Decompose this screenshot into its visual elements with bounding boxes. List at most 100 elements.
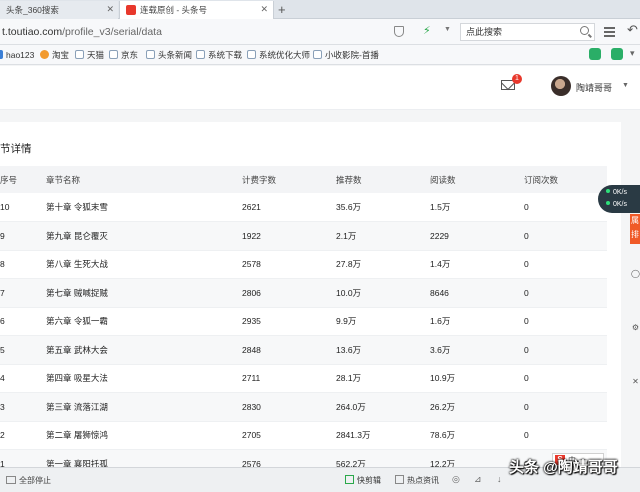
cell-recommend: 35.6万 (336, 193, 430, 222)
cell-reads: 10.9万 (430, 364, 524, 393)
table-row[interactable]: 2 第二章 屠狮惊鸿 2705 2841.3万 78.6万 0 (0, 421, 607, 450)
cell-recommend: 27.8万 (336, 250, 430, 279)
undo-icon[interactable]: ↶ (627, 22, 640, 37)
page-icon (313, 50, 322, 59)
bookmark-taobao[interactable]: 淘宝 (40, 48, 69, 62)
table-row[interactable]: 8 第八章 生死大战 2578 27.8万 1.4万 0 (0, 250, 607, 279)
table-row[interactable]: 10 第十章 令狐末雪 2621 35.6万 1.5万 0 (0, 193, 607, 222)
page-icon (146, 50, 155, 59)
cell-name: 第十章 令狐末雪 (46, 193, 242, 222)
search-placeholder: 点此搜索 (466, 27, 503, 37)
page-icon (247, 50, 256, 59)
table-row[interactable]: 5 第五章 武林大会 2848 13.6万 3.6万 0 (0, 335, 607, 365)
cell-subscriptions: 0 (524, 193, 607, 222)
pin-icon[interactable]: ⊿ (474, 474, 482, 485)
column-header-recommend: 推荐数 (336, 174, 362, 185)
shield-icon[interactable] (394, 26, 404, 37)
menu-icon[interactable] (604, 27, 615, 37)
search-icon[interactable] (580, 26, 589, 35)
quick-edit-button[interactable]: 快剪辑 (345, 475, 381, 486)
bookmark-system-download[interactable]: 系统下载 (196, 48, 242, 62)
tab-label: 连载原创 - 头条号 (140, 5, 208, 15)
cell-words: 2806 (242, 278, 336, 308)
cell-reads: 1.5万 (430, 193, 524, 222)
toutiao-favicon-icon (126, 5, 136, 15)
bookmark-label: 系统下载 (208, 50, 243, 60)
bookmark-hao123[interactable]: hao123 (0, 48, 34, 62)
settings-icon[interactable]: ⚙ (631, 322, 640, 333)
chevron-down-icon[interactable]: ▼ (622, 82, 629, 89)
cell-seq: 5 (0, 335, 46, 365)
table-row[interactable]: 3 第三章 流落江湖 2830 264.0万 26.2万 0 (0, 392, 607, 422)
cell-seq: 3 (0, 392, 46, 422)
bookmark-label: 淘宝 (52, 50, 70, 60)
cell-name: 第二章 屠狮惊鸿 (46, 421, 242, 450)
bookmark-label: hao123 (6, 50, 35, 60)
table-row[interactable]: 9 第九章 昆仑覆灭 1922 2.1万 2229 0 (0, 221, 607, 251)
bookmark-label: 天猫 (87, 50, 105, 60)
hao123-icon (0, 50, 3, 59)
close-icon[interactable]: ✕ (106, 4, 114, 15)
chevron-down-icon[interactable]: ▾ (630, 48, 635, 59)
search-input[interactable]: 点此搜索 (460, 23, 595, 41)
cell-words: 2935 (242, 307, 336, 336)
cell-words: 1922 (242, 221, 336, 251)
chapter-table: 序号 章节名称 计费字数 推荐数 阅读数 订阅次数 10 第十章 令狐末雪 2621… (0, 166, 607, 479)
close-icon[interactable]: ✕ (260, 4, 268, 15)
cell-subscriptions: 0 (524, 278, 607, 308)
cell-subscriptions: 0 (524, 364, 607, 393)
url-path: /profile_v3/serial/data (62, 26, 162, 38)
cell-name: 第六章 令狐一霸 (46, 307, 242, 336)
cell-recommend: 264.0万 (336, 392, 430, 422)
address-bar: t.toutiao.com/profile_v3/serial/data ⚡ ▼… (0, 19, 640, 45)
feedback-icon[interactable]: ◯ (631, 268, 640, 279)
cell-subscriptions: 0 (524, 221, 607, 251)
hot-news-button[interactable]: 热点资讯 (395, 475, 439, 486)
close-icon[interactable]: ✕ (631, 376, 640, 387)
bookmark-cinema[interactable]: 小收影院-首播 (313, 48, 379, 62)
cell-name: 第三章 流落江湖 (46, 392, 242, 422)
app-icon[interactable] (611, 48, 623, 60)
download-speed: 0K/s (606, 201, 627, 208)
tab-bar: 头条_360搜索 ✕ 连载原创 - 头条号 ✕ + (0, 0, 640, 19)
cell-subscriptions: 0 (524, 392, 607, 422)
lightning-icon[interactable]: ⚡ (423, 24, 431, 37)
avatar[interactable] (551, 76, 571, 96)
bookmark-toutiao-news[interactable]: 头条新闻 (146, 48, 192, 62)
chat-icon[interactable] (589, 48, 601, 60)
hot-news-label: 热点资讯 (407, 476, 439, 485)
cell-subscriptions: 0 (524, 335, 607, 365)
browser-icon[interactable]: ◎ (452, 474, 460, 485)
bookmark-tmall[interactable]: 天猫 (75, 48, 104, 62)
username[interactable]: 陶靖哥哥 (576, 81, 612, 94)
cell-seq: 9 (0, 221, 46, 251)
tab-360-search[interactable]: 头条_360搜索 ✕ (0, 1, 118, 19)
download-icon[interactable]: ↓ (497, 474, 502, 484)
section-title: 节详情 (0, 143, 32, 155)
table-row[interactable]: 4 第四章 吸星大法 2711 28.1万 10.9万 0 (0, 364, 607, 393)
cell-name: 第四章 吸星大法 (46, 364, 242, 393)
column-header-name: 章节名称 (46, 174, 81, 185)
column-header-seq: 序号 (0, 174, 18, 185)
cell-reads: 78.6万 (430, 421, 524, 450)
bookmark-jd[interactable]: 京东 (109, 48, 138, 62)
chevron-down-icon[interactable]: ▼ (444, 26, 451, 33)
new-tab-icon[interactable]: + (278, 1, 286, 18)
table-row[interactable]: 7 第七章 贼喊捉贼 2806 10.0万 8646 0 (0, 278, 607, 308)
table-row[interactable]: 6 第六章 令狐一霸 2935 9.9万 1.6万 0 (0, 307, 607, 336)
cell-words: 2830 (242, 392, 336, 422)
tab-toutiao-serial[interactable]: 连载原创 - 头条号 ✕ (119, 1, 274, 19)
page-icon (196, 50, 205, 59)
scissors-icon (345, 475, 354, 484)
status-dot-icon (606, 201, 610, 205)
stop-all[interactable]: 全部停止 (0, 475, 51, 486)
bookmark-label: 头条新闻 (158, 50, 193, 60)
cell-reads: 3.6万 (430, 335, 524, 365)
bookmark-system-optimizer[interactable]: 系统优化大师 (247, 48, 310, 62)
side-promo-tab[interactable]: 属 排 (630, 214, 640, 244)
cell-seq: 8 (0, 250, 46, 279)
url-field[interactable]: t.toutiao.com/profile_v3/serial/data (0, 24, 455, 41)
network-speed-widget[interactable]: 0K/s 0K/s (598, 185, 640, 213)
cell-recommend: 10.0万 (336, 278, 430, 308)
serial-detail-card: 节详情 序号 章节名称 计费字数 推荐数 阅读数 订阅次数 10 第十章 令狐末雪… (0, 122, 621, 479)
